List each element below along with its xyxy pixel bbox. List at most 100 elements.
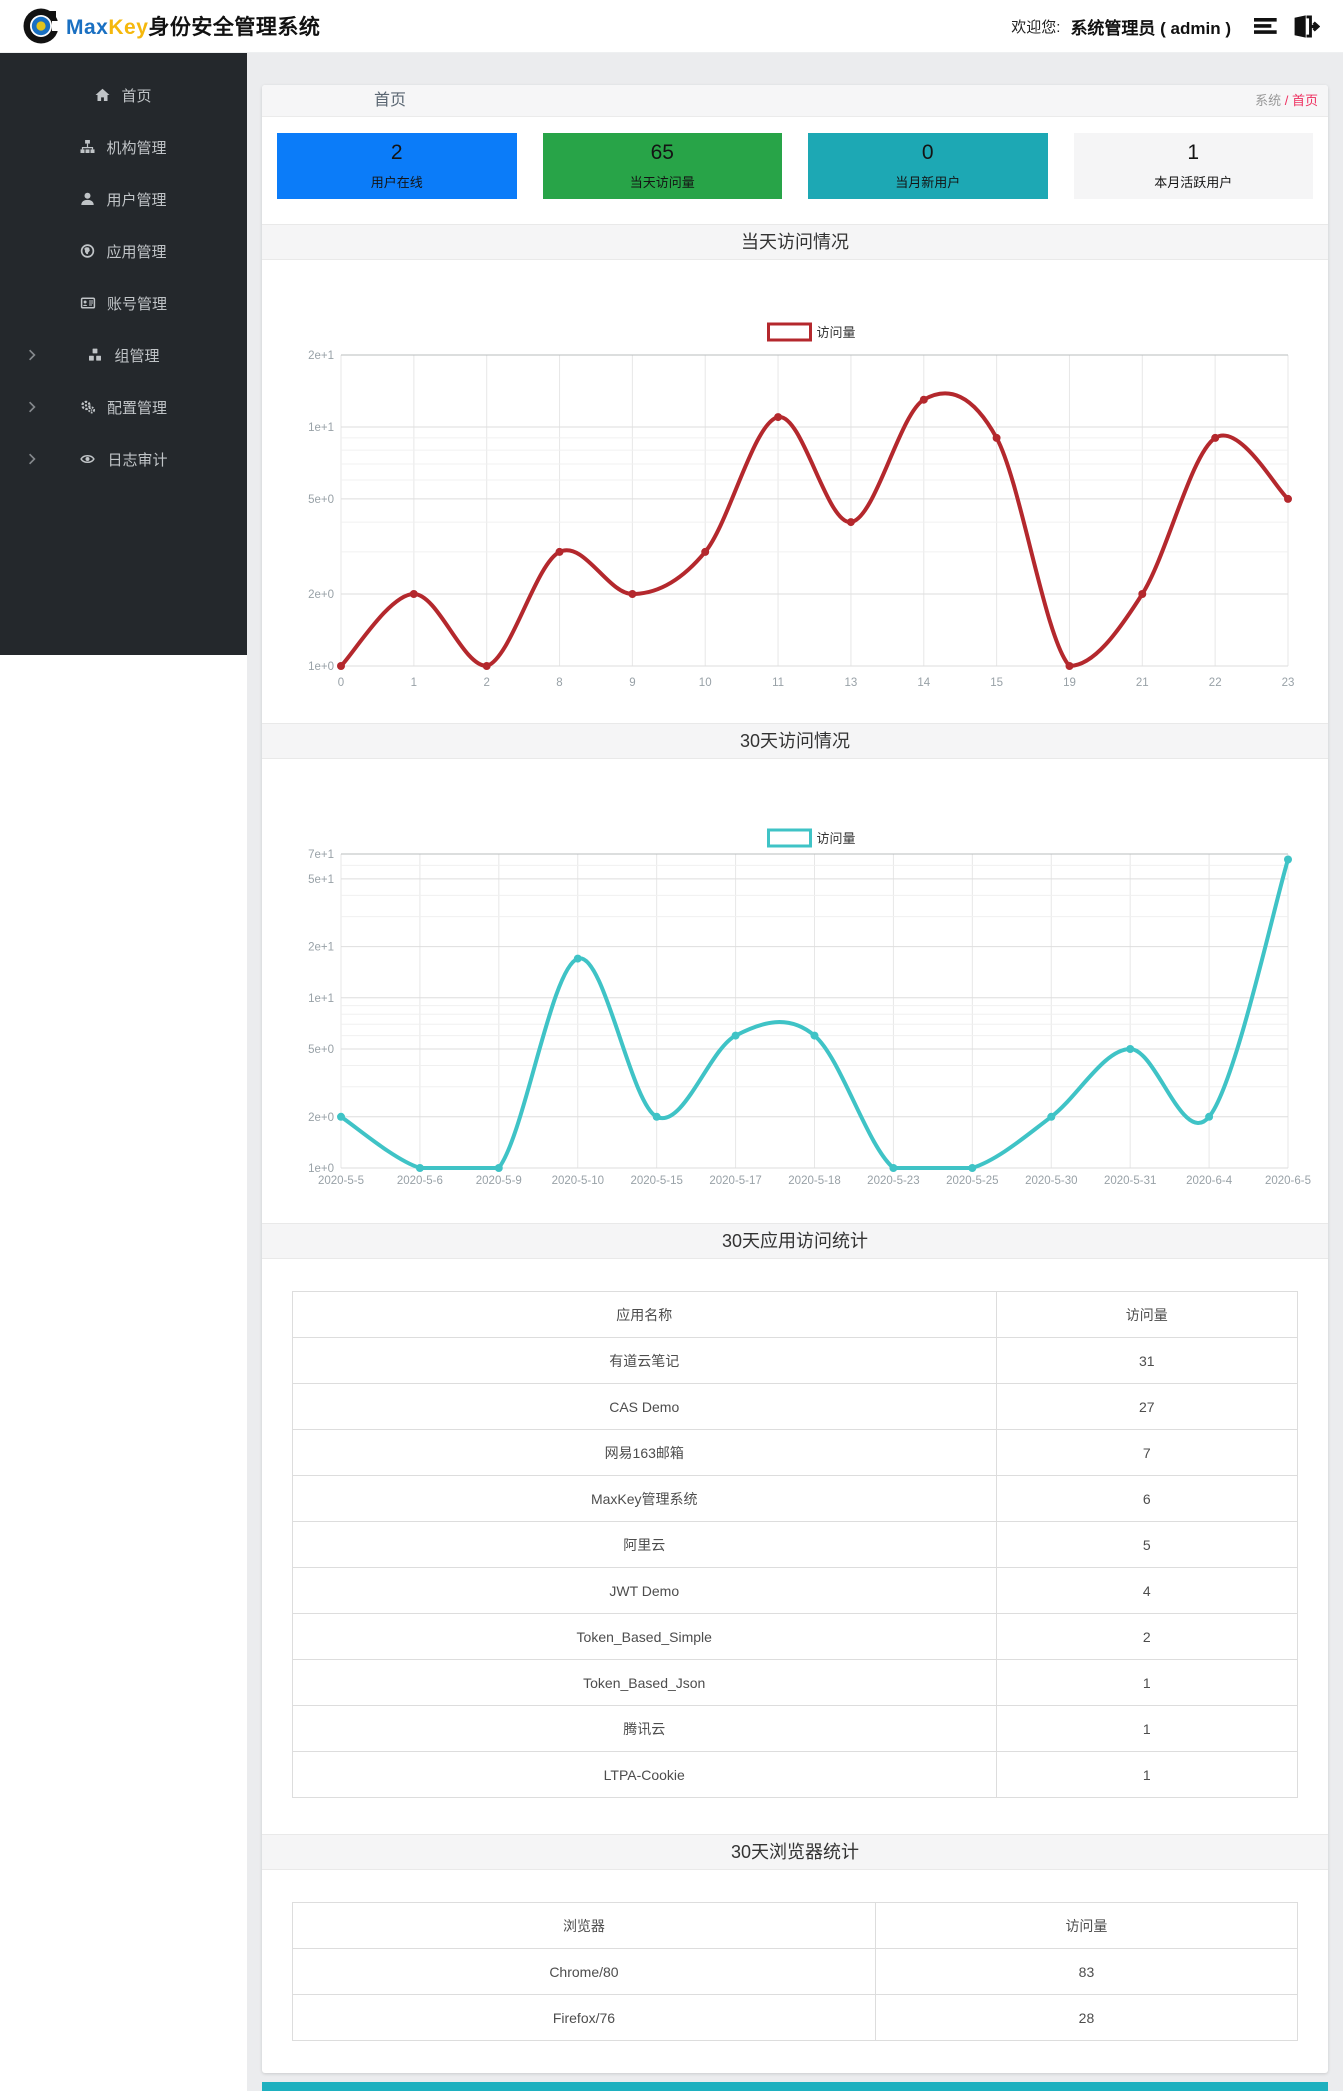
footer-accent-bar [262, 2082, 1328, 2091]
stat-label: 用户在线 [370, 175, 423, 190]
breadcrumb-path: 系统 / 首页 [1255, 85, 1318, 116]
svg-text:2020-6-4: 2020-6-4 [1186, 1175, 1233, 1187]
svg-text:2020-5-23: 2020-5-23 [867, 1175, 919, 1187]
table-cell: Token_Based_Simple [292, 1613, 997, 1660]
cubes-icon [89, 348, 102, 361]
app-visits-table-wrap: 应用名称 访问量 有道云笔记 31 CAS Demo 27 网易163邮箱 7 MaxKey… [292, 1291, 1298, 1798]
table-row: 网易163邮箱 7 [292, 1429, 1298, 1476]
sidebar-item-groups[interactable]: 组管理 [0, 329, 247, 381]
stat-label: 当月新用户 [895, 175, 961, 190]
header-right: 欢迎您: 系统管理员 ( admin ) [1011, 12, 1321, 40]
svg-text:5e+0: 5e+0 [308, 1044, 334, 1056]
breadcrumb-separator: / [1281, 93, 1292, 108]
sidebar-item-apps[interactable]: 应用管理 [0, 225, 247, 277]
column-header-visits: 访问量 [995, 1291, 1298, 1338]
home-icon [95, 88, 110, 101]
chevron-right-icon [28, 349, 36, 361]
browser-stats-table: 浏览器 访问量 Chrome/80 83 Firefox/76 28 [292, 1902, 1299, 2041]
table-row: JWT Demo 4 [292, 1567, 1298, 1614]
brand[interactable]: MaxKey身份安全管理系统 [22, 7, 320, 45]
stat-card-users-online: 2 用户在线 [277, 133, 517, 199]
sidebar-item-config[interactable]: 配置管理 [0, 381, 247, 433]
svg-text:1e+0: 1e+0 [308, 1163, 334, 1175]
stat-value: 2 [390, 141, 403, 164]
id-card-icon [80, 297, 96, 309]
svg-text:9: 9 [629, 677, 635, 689]
svg-text:22: 22 [1209, 677, 1222, 689]
table-cell: 6 [995, 1475, 1298, 1522]
table-cell: MaxKey管理系统 [292, 1475, 997, 1522]
app-header: MaxKey身份安全管理系统 欢迎您: 系统管理员 ( admin ) [0, 0, 1343, 53]
sidebar-item-users[interactable]: 用户管理 [0, 173, 247, 225]
sidebar-item-home[interactable]: 首页 [0, 69, 247, 121]
sidebar-item-label: 组管理 [114, 347, 160, 365]
section-title-app-stats: 30天应用访问统计 [262, 1223, 1328, 1259]
user-icon [81, 192, 95, 205]
breadcrumb-current[interactable]: 首页 [1292, 93, 1318, 108]
section-title-browser-stats: 30天浏览器统计 [262, 1834, 1328, 1870]
table-cell: 5 [995, 1521, 1298, 1568]
table-cell: 1 [995, 1705, 1298, 1752]
svg-text:5e+1: 5e+1 [308, 874, 334, 886]
svg-text:2020-5-30: 2020-5-30 [1025, 1175, 1077, 1187]
svg-text:访问量: 访问量 [817, 325, 856, 340]
sidebar-item-org[interactable]: 机构管理 [0, 121, 247, 173]
chevron-right-icon [28, 401, 36, 413]
table-row: 腾讯云 1 [292, 1705, 1298, 1752]
table-cell: 1 [995, 1659, 1298, 1706]
table-cell: 4 [995, 1567, 1298, 1614]
eye-icon [80, 454, 96, 464]
sitemap-icon [80, 140, 95, 153]
svg-text:2020-5-5: 2020-5-5 [318, 1175, 364, 1187]
stat-value: 0 [921, 141, 934, 164]
stat-card-visits-today: 65 当天访问量 [542, 133, 782, 199]
svg-text:2020-5-18: 2020-5-18 [788, 1175, 840, 1187]
sidebar-item-accounts[interactable]: 账号管理 [0, 277, 247, 329]
table-cell: Firefox/76 [292, 1994, 876, 2041]
svg-text:2020-6-5: 2020-6-5 [1265, 1175, 1311, 1187]
table-cell: Token_Based_Json [292, 1659, 997, 1706]
sidebar-item-label: 配置管理 [106, 399, 167, 417]
svg-text:2020-5-17: 2020-5-17 [709, 1175, 761, 1187]
sidebar-item-label: 用户管理 [106, 191, 167, 209]
breadcrumb-root[interactable]: 系统 [1255, 93, 1281, 108]
gears-icon [81, 400, 96, 414]
current-user-label: 系统管理员 ( admin ) [1070, 18, 1231, 38]
table-cell: 有道云笔记 [292, 1337, 997, 1384]
svg-text:2020-5-9: 2020-5-9 [476, 1175, 522, 1187]
app-title: MaxKey身份安全管理系统 [66, 16, 321, 39]
sidebar: 首页 机构管理 用户管理 应用管理 账号管理 组管理 配置管理 日志审计 [0, 53, 247, 655]
section-title-visits-today: 当天访问情况 [262, 224, 1328, 260]
stat-cards-row: 2 用户在线 65 当天访问量 0 当月新用户 1 本月活跃用户 [277, 133, 1313, 199]
table-cell: 网易163邮箱 [292, 1429, 997, 1476]
visits-today-line-chart: 1e+0 2e+0 5e+0 1e+1 2e+1 0 1 2 8 9 10 11 13 14 15 19 21 2… [308, 322, 1294, 689]
stat-value: 1 [1187, 141, 1200, 164]
column-header-app-name: 应用名称 [292, 1291, 997, 1338]
svg-text:2e+1: 2e+1 [308, 350, 334, 362]
table-row: 阿里云 5 [292, 1521, 1298, 1568]
svg-text:2020-5-25: 2020-5-25 [946, 1175, 998, 1187]
logout-icon[interactable] [1291, 12, 1321, 40]
browser-stats-table-wrap: 浏览器 访问量 Chrome/80 83 Firefox/76 28 [292, 1902, 1299, 2041]
table-cell: 2 [995, 1613, 1298, 1660]
section-title-visits-30d: 30天访问情况 [262, 723, 1328, 759]
table-cell: 31 [995, 1337, 1298, 1384]
table-cell: 83 [874, 1948, 1299, 1995]
table-row: Token_Based_Simple 2 [292, 1613, 1298, 1660]
sidebar-item-audit[interactable]: 日志审计 [0, 433, 247, 485]
svg-text:1e+0: 1e+0 [308, 661, 334, 673]
table-cell: JWT Demo [292, 1567, 997, 1614]
column-header-browser: 浏览器 [292, 1902, 876, 1949]
table-row: 有道云笔记 31 [292, 1337, 1298, 1384]
globe-icon [81, 244, 95, 258]
svg-text:21: 21 [1136, 677, 1149, 689]
svg-text:8: 8 [556, 677, 562, 689]
table-cell: LTPA-Cookie [292, 1751, 997, 1798]
table-row: Token_Based_Json 1 [292, 1659, 1298, 1706]
table-cell: CAS Demo [292, 1383, 997, 1430]
table-row: LTPA-Cookie 1 [292, 1751, 1298, 1798]
list-icon[interactable] [1251, 12, 1281, 40]
main-content: 首页 系统 / 首页 2 用户在线 65 当天访问量 0 当月新用户 1 本月活… [247, 53, 1343, 2091]
svg-text:19: 19 [1063, 677, 1076, 689]
svg-text:访问量: 访问量 [817, 831, 856, 846]
